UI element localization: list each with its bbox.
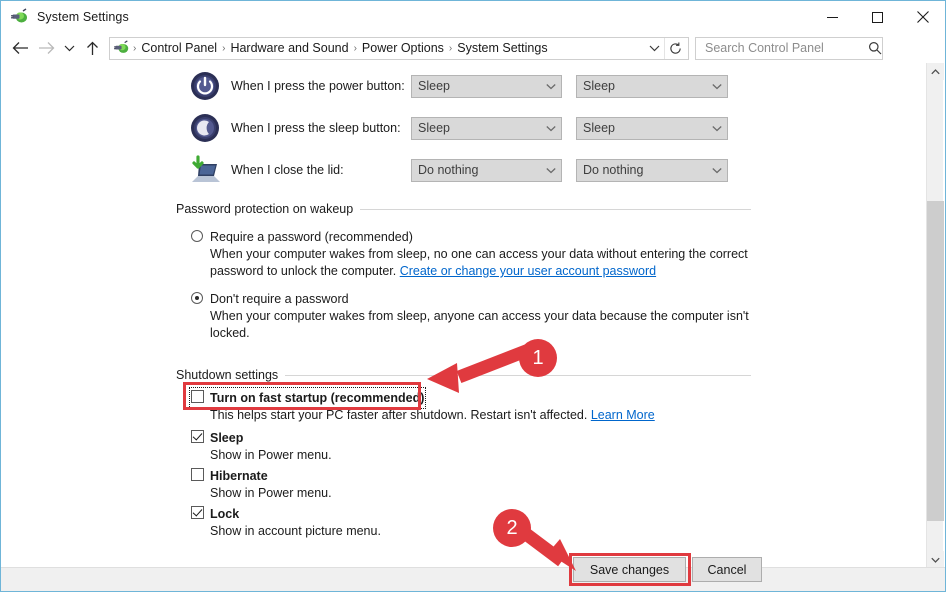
- checkbox-label: Hibernate: [210, 469, 268, 483]
- shutdown-settings-heading: Shutdown settings: [176, 368, 751, 382]
- password-protection-heading: Password protection on wakeup: [176, 202, 751, 216]
- lock-description: Show in account picture menu.: [210, 523, 750, 540]
- divider: [285, 374, 751, 376]
- select-value: Do nothing: [583, 163, 644, 177]
- setting-label-power-button: When I press the power button:: [231, 79, 405, 93]
- group-heading-label: Password protection on wakeup: [176, 202, 354, 216]
- radio-label: Don't require a password: [210, 292, 349, 306]
- checkbox-indicator[interactable]: [191, 468, 204, 481]
- title-bar: System Settings: [1, 1, 945, 33]
- close-lid-plugged-in-select[interactable]: Do nothing: [576, 158, 728, 182]
- up-button[interactable]: [79, 35, 105, 61]
- address-bar[interactable]: › Control Panel › Hardware and Sound › P…: [109, 36, 689, 60]
- learn-more-link[interactable]: Learn More: [591, 408, 655, 422]
- chevron-down-icon: [708, 125, 725, 132]
- sleep-button-on-battery-select[interactable]: Sleep: [411, 116, 562, 140]
- breadcrumb-item-hardware-and-sound[interactable]: Hardware and Sound: [226, 41, 352, 55]
- select-value: Sleep: [418, 79, 450, 93]
- vertical-scrollbar[interactable]: [926, 63, 944, 568]
- sleep-button-plugged-in-select[interactable]: Sleep: [576, 116, 728, 140]
- radio-label: Require a password (recommended): [210, 230, 413, 244]
- close-button[interactable]: [900, 1, 945, 33]
- power-button-on-battery-select[interactable]: Sleep: [411, 74, 562, 98]
- group-heading-label: Shutdown settings: [176, 368, 279, 382]
- checkbox-label: Turn on fast startup (recommended): [210, 391, 425, 405]
- sleep-moon-icon: [189, 112, 221, 144]
- navigation-bar: › Control Panel › Hardware and Sound › P…: [1, 33, 945, 63]
- description-text: Show in Power menu.: [210, 486, 332, 500]
- setting-row-power-button: When I press the power button: Sleep Sle…: [1, 63, 926, 109]
- system-settings-window: System Settings › Control Panel › Hardwa…: [0, 0, 946, 592]
- scroll-down-button[interactable]: [927, 551, 944, 568]
- chevron-down-icon: [708, 167, 725, 174]
- divider: [360, 208, 751, 210]
- chevron-down-icon: [542, 167, 559, 174]
- description-text: Show in Power menu.: [210, 448, 332, 462]
- checkbox-indicator[interactable]: [191, 506, 204, 519]
- breadcrumb-item-power-options[interactable]: Power Options: [358, 41, 448, 55]
- checkbox-label: Lock: [210, 507, 240, 521]
- window-controls: [810, 1, 945, 33]
- search-box[interactable]: [695, 36, 883, 60]
- chevron-down-icon: [708, 83, 725, 90]
- close-lid-on-battery-select[interactable]: Do nothing: [411, 158, 562, 182]
- breadcrumb: › Control Panel › Hardware and Sound › P…: [132, 41, 644, 55]
- search-input[interactable]: [703, 40, 868, 56]
- scrollbar-thumb[interactable]: [927, 201, 944, 521]
- cancel-button[interactable]: Cancel: [692, 557, 762, 582]
- power-plug-icon: [114, 40, 130, 56]
- checkbox-indicator[interactable]: [191, 430, 204, 443]
- checkbox-fast-startup[interactable]: Turn on fast startup (recommended): [188, 387, 427, 409]
- hibernate-description: Show in Power menu.: [210, 485, 750, 502]
- back-button[interactable]: [7, 35, 33, 61]
- radio-indicator[interactable]: [191, 292, 203, 304]
- power-plug-icon: [11, 8, 29, 26]
- footer-bar: [1, 567, 945, 591]
- sleep-description: Show in Power menu.: [210, 447, 750, 464]
- description-text: Show in account picture menu.: [210, 524, 381, 538]
- setting-label-close-lid: When I close the lid:: [231, 163, 344, 177]
- search-icon[interactable]: [868, 41, 882, 55]
- window-title: System Settings: [37, 10, 129, 24]
- breadcrumb-item-control-panel[interactable]: Control Panel: [137, 41, 221, 55]
- recent-locations-button[interactable]: [59, 35, 79, 61]
- scroll-up-button[interactable]: [927, 63, 944, 80]
- checkbox-sleep[interactable]: Sleep: [191, 429, 243, 447]
- radio-require-password[interactable]: Require a password (recommended): [191, 228, 413, 246]
- require-password-description: When your computer wakes from sleep, no …: [210, 246, 750, 280]
- setting-row-sleep-button: When I press the sleep button: Sleep Sle…: [1, 105, 926, 151]
- laptop-lid-icon: [189, 154, 221, 186]
- chevron-down-icon: [542, 83, 559, 90]
- setting-row-close-lid: When I close the lid: Do nothing Do noth…: [1, 147, 926, 193]
- power-button-icon: [189, 70, 221, 102]
- refresh-icon[interactable]: [664, 37, 686, 59]
- select-value: Sleep: [418, 121, 450, 135]
- checkbox-indicator[interactable]: [191, 390, 204, 403]
- checkbox-label: Sleep: [210, 431, 244, 445]
- setting-label-sleep-button: When I press the sleep button:: [231, 121, 401, 135]
- select-value: Sleep: [583, 79, 615, 93]
- breadcrumb-item-system-settings[interactable]: System Settings: [453, 41, 551, 55]
- chevron-down-icon: [542, 125, 559, 132]
- fast-startup-description: This helps start your PC faster after sh…: [210, 407, 750, 424]
- radio-indicator[interactable]: [191, 230, 203, 242]
- description-text: When your computer wakes from sleep, any…: [210, 309, 749, 340]
- settings-content: When I press the power button: Sleep Sle…: [1, 63, 926, 568]
- checkbox-hibernate[interactable]: Hibernate: [191, 467, 268, 485]
- forward-button[interactable]: [33, 35, 59, 61]
- select-value: Sleep: [583, 121, 615, 135]
- radio-dont-require-password[interactable]: Don't require a password: [191, 290, 349, 308]
- dont-require-password-description: When your computer wakes from sleep, any…: [210, 308, 750, 342]
- create-change-password-link[interactable]: Create or change your user account passw…: [400, 264, 656, 278]
- select-value: Do nothing: [418, 163, 479, 177]
- save-changes-button[interactable]: Save changes: [573, 557, 686, 582]
- minimize-button[interactable]: [810, 1, 855, 33]
- chevron-down-icon[interactable]: [644, 38, 664, 59]
- checkbox-lock[interactable]: Lock: [191, 505, 239, 523]
- description-text: This helps start your PC faster after sh…: [210, 408, 588, 422]
- power-button-plugged-in-select[interactable]: Sleep: [576, 74, 728, 98]
- maximize-button[interactable]: [855, 1, 900, 33]
